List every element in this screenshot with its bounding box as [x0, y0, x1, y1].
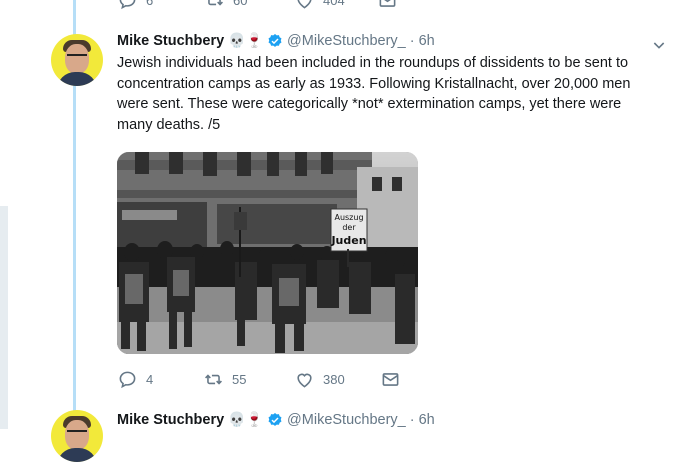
author-handle[interactable]: @MikeStuchbery_ [287, 33, 406, 49]
like-count: 380 [323, 372, 345, 387]
reply-icon [119, 371, 136, 389]
dm-button[interactable] [381, 370, 400, 389]
photo-image: Auszug der Juden [117, 152, 418, 354]
author-name[interactable]: Mike Stuchbery [117, 412, 224, 428]
name-emoji: 💀🍷 [228, 411, 264, 427]
verified-icon [268, 33, 282, 47]
sign-line3: Juden [330, 234, 366, 247]
tweet-text: Jewish individuals had been included in … [117, 55, 631, 133]
retweet-button[interactable]: 60 [205, 0, 247, 10]
avatar[interactable] [51, 34, 103, 86]
retweet-button[interactable]: 55 [204, 370, 246, 389]
page-edge-shadow [0, 206, 8, 429]
name-emoji: 💀🍷 [228, 32, 264, 48]
tweet-timestamp[interactable]: 6h [419, 412, 435, 428]
caret-down-icon[interactable] [651, 37, 667, 53]
dm-icon [379, 0, 396, 7]
reply-count: 6 [146, 0, 154, 8]
tweet-photo[interactable]: Auszug der Juden [117, 152, 418, 354]
next-tweet-header: Mike Stuchbery 💀🍷 @MikeStuchbery_ · 6h [117, 411, 435, 428]
reply-button[interactable]: 6 [118, 0, 153, 10]
dm-button[interactable] [378, 0, 397, 10]
dm-icon [382, 373, 399, 386]
sign-line1: Auszug [334, 213, 363, 222]
author-handle[interactable]: @MikeStuchbery_ [287, 412, 406, 428]
like-count: 404 [323, 0, 345, 8]
tweet-timestamp[interactable]: 6h [419, 33, 435, 49]
like-icon [297, 373, 312, 388]
header-separator: · [409, 32, 415, 49]
like-icon [297, 0, 312, 9]
retweet-count: 60 [233, 0, 248, 8]
verified-icon [268, 412, 282, 426]
sign-line2: der [342, 223, 356, 232]
retweet-icon [208, 0, 223, 6]
retweet-icon [205, 374, 222, 385]
tweet-header: Mike Stuchbery 💀🍷 @MikeStuchbery_ · 6h [117, 32, 435, 49]
like-button[interactable]: 380 [295, 370, 345, 389]
like-button[interactable]: 404 [295, 0, 345, 10]
header-separator: · [409, 411, 415, 428]
reply-button[interactable]: 4 [118, 370, 153, 389]
reply-count: 4 [146, 372, 154, 387]
retweet-count: 55 [232, 372, 247, 387]
author-name[interactable]: Mike Stuchbery [117, 33, 224, 49]
reply-icon [119, 0, 136, 10]
next-tweet-avatar[interactable] [51, 410, 103, 462]
